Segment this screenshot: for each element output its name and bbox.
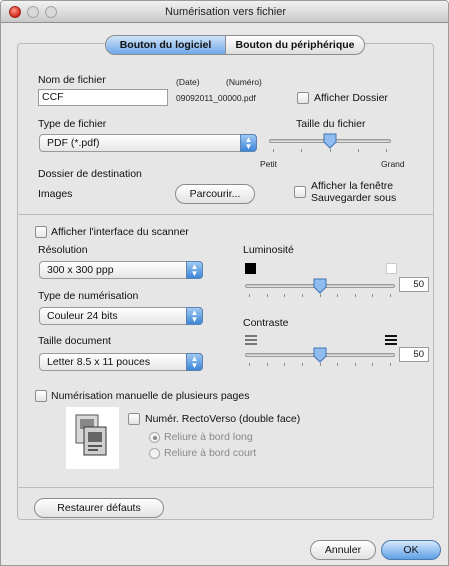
long-edge-radio[interactable] [149,432,160,443]
file-size-max-label: Grand [381,159,405,169]
manual-multipage-checkbox[interactable] [35,390,47,402]
scan-type-label: Type de numérisation [38,290,139,302]
chevron-updown-icon: ▲ ▼ [186,307,203,325]
date-caption: (Date) [176,77,200,87]
footer-divider [18,487,433,488]
destination-value: Images [38,188,73,200]
chevron-updown-icon: ▲ ▼ [186,261,203,279]
file-size-ticks [273,149,387,153]
contrast-slider-knob[interactable] [312,347,328,363]
scan-type-popup[interactable]: Couleur 24 bits ▲ ▼ [39,307,203,325]
resolution-popup[interactable]: 300 x 300 ppp ▲ ▼ [39,261,203,279]
contrast-value-field[interactable]: 50 [399,347,429,362]
file-name-label: Nom de fichier [38,74,106,86]
brightness-value-field[interactable]: 50 [399,277,429,292]
light-square-icon [386,263,397,274]
brightness-ticks [249,294,391,298]
long-edge-label: Reliure à bord long [164,431,253,443]
scanned-pages-icon [66,407,119,469]
save-as-label-line1: Afficher la fenêtre [311,180,394,192]
show-scanner-interface-checkbox[interactable] [35,226,47,238]
file-size-label: Taille du fichier [296,118,366,130]
destination-label: Dossier de destination [38,168,142,180]
resolution-label: Résolution [38,244,88,256]
document-size-popup[interactable]: Letter 8.5 x 11 pouces ▲ ▼ [39,353,203,371]
show-folder-checkbox[interactable] [297,92,309,104]
file-type-popup[interactable]: PDF (*.pdf) ▲ ▼ [39,134,257,152]
file-name-field[interactable]: CCF [38,89,168,106]
window-title: Numérisation vers fichier [164,6,287,18]
file-size-slider-knob[interactable] [322,133,338,149]
duplex-label: Numér. RectoVerso (double face) [145,413,301,425]
cancel-button[interactable]: Annuler [310,540,376,560]
resolution-value: 300 x 300 ppp [47,264,114,276]
high-contrast-icon [385,335,397,345]
number-caption: (Numéro) [226,77,262,87]
show-folder-label: Afficher Dossier [314,92,388,104]
save-as-label-line2: Sauvegarder sous [311,192,397,204]
document-size-value: Letter 8.5 x 11 pouces [47,356,151,368]
file-type-label: Type de fichier [38,118,107,130]
duplex-checkbox[interactable] [128,413,140,425]
brightness-label: Luminosité [243,244,294,256]
contrast-ticks [249,363,391,367]
restore-defaults-button[interactable]: Restaurer défauts [34,498,164,518]
contrast-label: Contraste [243,317,289,329]
browse-button[interactable]: Parcourir... [175,184,255,204]
generated-file-name: 09092011_00000.pdf [176,93,256,103]
ok-button[interactable]: OK [381,540,441,560]
short-edge-label: Reliure à bord court [164,447,257,459]
document-size-label: Taille document [38,335,111,347]
short-edge-radio[interactable] [149,448,160,459]
file-size-min-label: Petit [260,159,278,169]
dark-square-icon [245,263,256,274]
tab-device-button[interactable]: Bouton du périphérique [225,35,365,55]
section-divider [18,214,433,215]
manual-multipage-label: Numérisation manuelle de plusieurs pages [51,390,250,402]
save-as-label: Afficher la fenêtre Sauvegarder sous [311,180,396,204]
chevron-updown-icon: ▲ ▼ [186,353,203,371]
tab-software-button[interactable]: Bouton du logiciel [105,35,226,55]
scan-to-file-window: Numérisation vers fichier Bouton du logi… [0,0,449,566]
chevron-updown-icon: ▲ ▼ [240,134,257,152]
low-contrast-icon [245,335,257,345]
show-scanner-interface-label: Afficher l'interface du scanner [51,226,189,238]
brightness-slider-knob[interactable] [312,278,328,294]
scan-type-value: Couleur 24 bits [47,310,118,322]
title-bar: Numérisation vers fichier [1,1,448,23]
file-type-value: PDF (*.pdf) [47,137,100,149]
save-as-checkbox[interactable] [294,186,306,198]
